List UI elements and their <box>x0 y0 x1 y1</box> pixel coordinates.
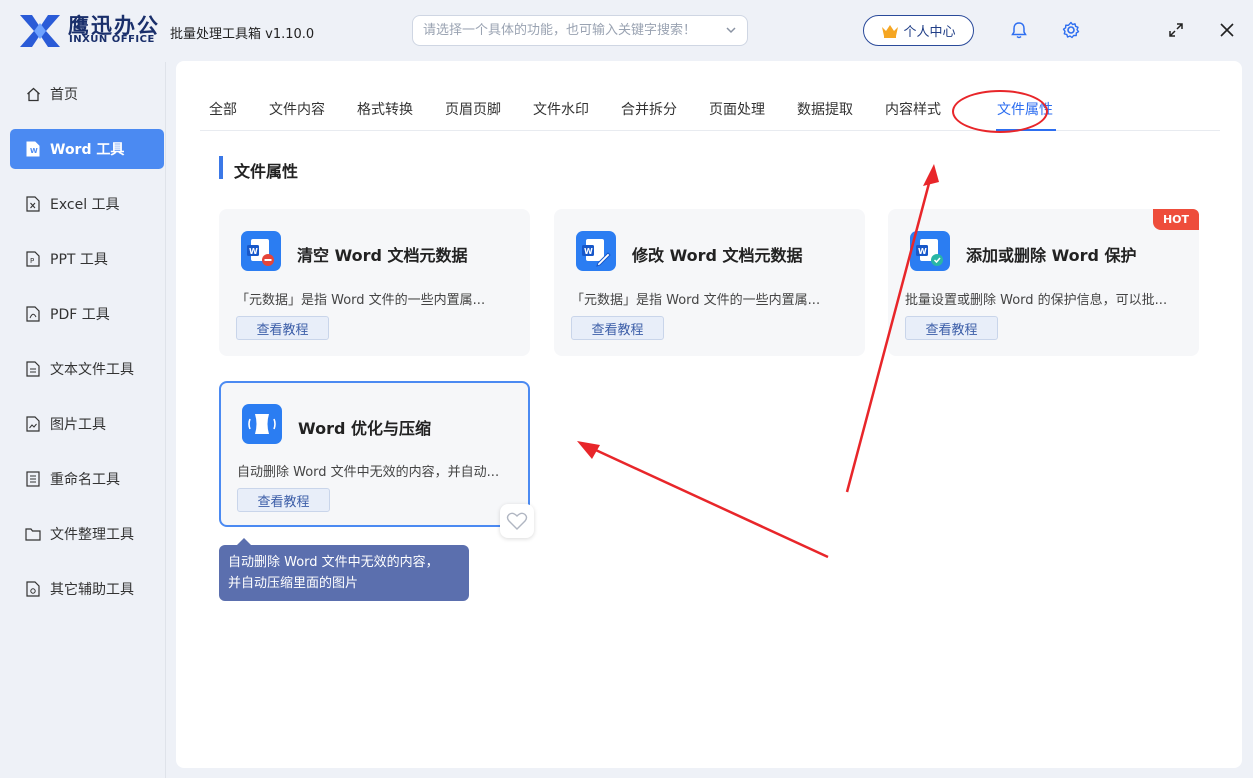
tab-convert[interactable]: 格式转换 <box>357 99 413 119</box>
title-bar: 鹰迅办公 INXUN OFFICE 批量处理工具箱 v1.10.0 个人中心 <box>0 0 1253 62</box>
annotation-circle <box>952 90 1048 133</box>
misc-tools-icon <box>25 581 41 597</box>
sidebar-item-label: Word 工具 <box>50 142 125 158</box>
svg-text:W: W <box>918 247 927 256</box>
word-edit-icon: W <box>576 231 616 271</box>
sidebar-divider <box>165 62 166 778</box>
tab-all[interactable]: 全部 <box>209 99 237 119</box>
pdf-file-icon <box>25 306 41 322</box>
tab-bar: 全部 文件内容 格式转换 页眉页脚 文件水印 合并拆分 页面处理 数据提取 内容… <box>200 91 1220 131</box>
view-tutorial-button[interactable]: 查看教程 <box>571 316 664 340</box>
brand-name-en: INXUN OFFICE <box>69 34 155 45</box>
user-center-label: 个人中心 <box>903 25 956 40</box>
hot-badge: HOT <box>1153 209 1199 230</box>
card-title: 修改 Word 文档元数据 <box>632 246 803 265</box>
view-tutorial-button[interactable]: 查看教程 <box>236 316 329 340</box>
svg-text:W: W <box>249 247 258 256</box>
section-marker <box>219 156 223 179</box>
home-icon <box>25 86 41 102</box>
tab-watermark[interactable]: 文件水印 <box>533 99 589 119</box>
tool-card-clear-metadata[interactable]: W 清空 Word 文档元数据 「元数据」是指 Word 文件的一些内置属...… <box>219 209 530 356</box>
sidebar-item-label: 重命名工具 <box>50 472 120 488</box>
tab-style[interactable]: 内容样式 <box>885 99 941 119</box>
sidebar-item-label: 文本文件工具 <box>50 362 134 378</box>
section-title: 文件属性 <box>234 162 299 181</box>
text-file-icon <box>25 361 41 377</box>
word-file-icon: W <box>25 141 41 157</box>
tab-content[interactable]: 文件内容 <box>269 99 325 119</box>
sidebar-item-text[interactable]: 文本文件工具 <box>10 349 164 389</box>
tooltip: 自动删除 Word 文件中无效的内容， 并自动压缩里面的图片 <box>219 545 469 601</box>
sidebar-item-misc[interactable]: 其它辅助工具 <box>10 569 164 609</box>
tooltip-line: 并自动压缩里面的图片 <box>228 576 359 591</box>
user-center-button[interactable]: 个人中心 <box>863 15 974 46</box>
maximize-icon[interactable] <box>1166 20 1186 40</box>
sidebar-item-home[interactable]: 首页 <box>10 74 164 114</box>
sidebar-item-label: 图片工具 <box>50 417 106 433</box>
sidebar-item-rename[interactable]: 重命名工具 <box>10 459 164 499</box>
sidebar-item-label: PDF 工具 <box>50 307 110 323</box>
favorite-heart-icon[interactable] <box>500 504 534 538</box>
card-title: 添加或删除 Word 保护 <box>966 246 1137 265</box>
svg-text:W: W <box>30 147 38 155</box>
excel-file-icon <box>25 196 41 212</box>
card-description: 「元数据」是指 Word 文件的一些内置属... <box>571 293 821 308</box>
search-input[interactable] <box>423 16 718 45</box>
sidebar-item-label: 文件整理工具 <box>50 527 134 543</box>
close-icon[interactable] <box>1217 20 1237 40</box>
app-title: 批量处理工具箱 v1.10.0 <box>170 27 315 42</box>
chevron-down-icon[interactable] <box>725 24 737 36</box>
card-title: 清空 Word 文档元数据 <box>297 246 468 265</box>
sidebar-item-organize[interactable]: 文件整理工具 <box>10 514 164 554</box>
folder-icon <box>25 526 41 542</box>
image-file-icon <box>25 416 41 432</box>
sidebar-item-label: 其它辅助工具 <box>50 582 134 598</box>
crown-icon <box>882 24 899 38</box>
sidebar-item-word[interactable]: W Word 工具 <box>10 129 164 169</box>
word-protect-icon: W <box>910 231 950 271</box>
tab-page[interactable]: 页面处理 <box>709 99 765 119</box>
tab-merge-split[interactable]: 合并拆分 <box>621 99 677 119</box>
sidebar-item-ppt[interactable]: P PPT 工具 <box>10 239 164 279</box>
tab-header-footer[interactable]: 页眉页脚 <box>445 99 501 119</box>
sidebar-item-pdf[interactable]: PDF 工具 <box>10 294 164 334</box>
tool-card-word-protection[interactable]: W 添加或删除 Word 保护 批量设置或删除 Word 的保护信息，可以批..… <box>888 209 1199 356</box>
main-panel: 全部 文件内容 格式转换 页眉页脚 文件水印 合并拆分 页面处理 数据提取 内容… <box>176 61 1242 768</box>
sidebar-item-label: Excel 工具 <box>50 197 120 213</box>
sidebar-item-label: 首页 <box>50 87 78 103</box>
card-title: Word 优化与压缩 <box>298 419 431 438</box>
sidebar-item-label: PPT 工具 <box>50 252 108 268</box>
bell-icon[interactable] <box>1009 20 1029 40</box>
ppt-file-icon: P <box>25 251 41 267</box>
word-clear-icon: W <box>241 231 281 271</box>
tab-extract[interactable]: 数据提取 <box>797 99 853 119</box>
card-description: 「元数据」是指 Word 文件的一些内置属... <box>236 293 486 308</box>
card-description: 自动删除 Word 文件中无效的内容，并自动... <box>237 465 500 480</box>
svg-text:P: P <box>30 257 34 265</box>
tool-card-optimize-compress[interactable]: Word 优化与压缩 自动删除 Word 文件中无效的内容，并自动... 查看教… <box>219 381 530 527</box>
tooltip-line: 自动删除 Word 文件中无效的内容， <box>228 555 439 570</box>
view-tutorial-button[interactable]: 查看教程 <box>237 488 330 512</box>
sidebar-item-excel[interactable]: Excel 工具 <box>10 184 164 224</box>
svg-text:W: W <box>584 247 593 256</box>
compress-icon <box>242 404 282 444</box>
tool-card-modify-metadata[interactable]: W 修改 Word 文档元数据 「元数据」是指 Word 文件的一些内置属...… <box>554 209 865 356</box>
sidebar: 首页 W Word 工具 Excel 工具 P PPT 工具 PDF 工具 文本… <box>0 62 166 778</box>
logo-icon <box>20 15 60 47</box>
rename-icon <box>25 471 41 487</box>
sidebar-item-image[interactable]: 图片工具 <box>10 404 164 444</box>
search-box[interactable] <box>412 15 748 46</box>
card-description: 批量设置或删除 Word 的保护信息，可以批... <box>905 293 1168 308</box>
view-tutorial-button[interactable]: 查看教程 <box>905 316 998 340</box>
gear-icon[interactable] <box>1061 20 1081 40</box>
